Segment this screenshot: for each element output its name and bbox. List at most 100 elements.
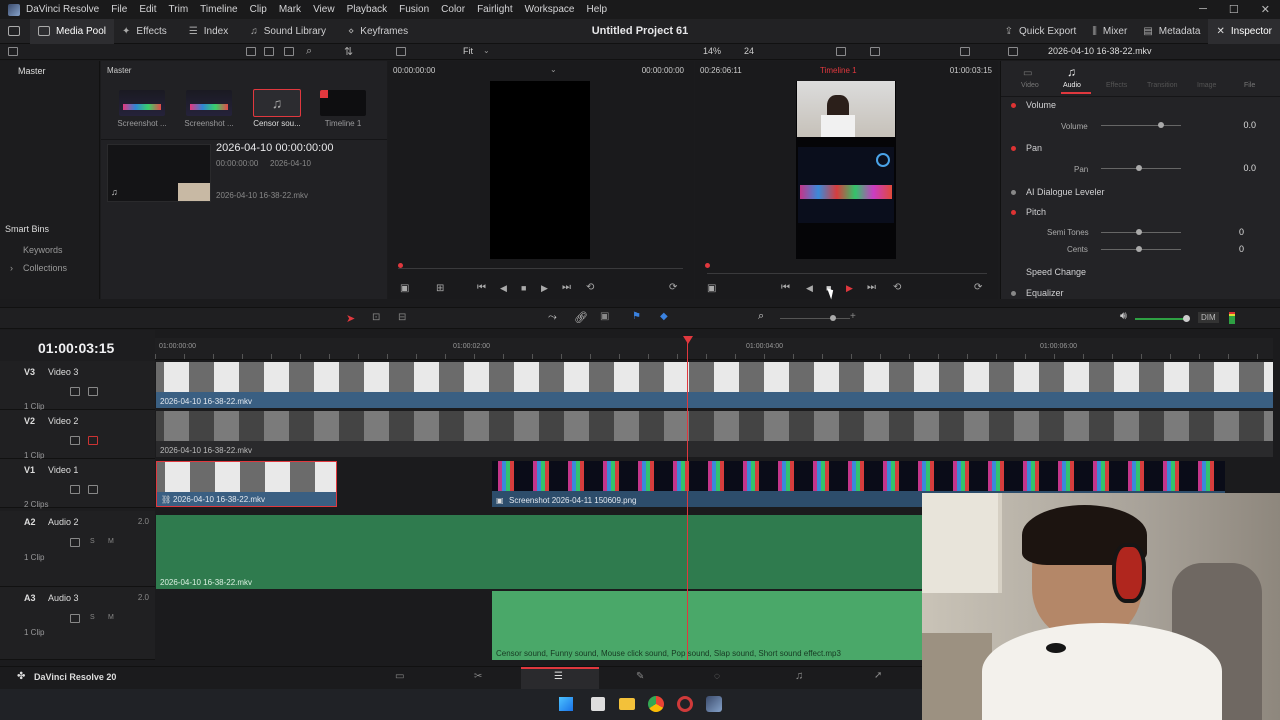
- enable-dot-icon[interactable]: [1011, 210, 1016, 216]
- snapping-icon[interactable]: ⤳: [548, 311, 557, 324]
- mixer-button[interactable]: ⫼ Mixer: [1084, 19, 1135, 44]
- menu-help[interactable]: Help: [586, 4, 607, 15]
- fairlight-page-icon[interactable]: ♫: [795, 670, 803, 682]
- panel-toggle-button[interactable]: [0, 19, 30, 44]
- inspector-button[interactable]: ✕ Inspector: [1208, 19, 1280, 44]
- tab-image[interactable]: Image: [1197, 82, 1216, 89]
- windows-start-icon[interactable]: [559, 697, 573, 711]
- track-lock-icon[interactable]: [70, 485, 80, 494]
- play-reverse-icon[interactable]: ◀: [806, 283, 813, 294]
- playhead-marker-icon[interactable]: [683, 336, 693, 344]
- link-icon[interactable]: 🔗︎: [574, 311, 588, 324]
- match-frame-icon[interactable]: ⟳: [669, 282, 677, 293]
- play-icon[interactable]: ▶: [846, 283, 853, 294]
- keyframes-button[interactable]: ⋄ Keyframes: [340, 19, 416, 44]
- track-name[interactable]: Video 3: [48, 367, 78, 377]
- grid-view-icon[interactable]: [264, 47, 274, 56]
- search-icon[interactable]: ⌕: [306, 45, 312, 58]
- speed-change-section[interactable]: Speed Change: [1026, 267, 1086, 277]
- volume-slider[interactable]: [1101, 122, 1181, 128]
- menu-workspace[interactable]: Workspace: [525, 4, 575, 15]
- lock-icon[interactable]: ▣: [600, 311, 609, 322]
- enable-dot-icon[interactable]: [1011, 270, 1016, 275]
- video-clip-selected[interactable]: 2026-04-10 16-38-22.mkv ⛓: [156, 461, 337, 507]
- audio-tab-icon[interactable]: ♫: [1067, 65, 1076, 79]
- task-view-icon[interactable]: [591, 697, 605, 711]
- track-name[interactable]: Audio 2: [48, 517, 79, 527]
- video-clip[interactable]: 2026-04-10 16-38-22.mkv: [156, 411, 1273, 457]
- chrome-icon[interactable]: [648, 696, 664, 712]
- fit-dropdown[interactable]: Fit: [463, 46, 473, 56]
- enable-dot-icon[interactable]: [1011, 190, 1016, 196]
- skip-forward-icon[interactable]: ⏭: [562, 282, 571, 293]
- pan-value[interactable]: 0.0: [1243, 163, 1256, 173]
- tab-effects[interactable]: Effects: [1106, 82, 1127, 89]
- track-name[interactable]: Video 1: [48, 465, 78, 475]
- display-icon[interactable]: [870, 47, 880, 56]
- audio-clip[interactable]: 2026-04-10 16-38-22.mkv: [156, 515, 922, 589]
- menu-color[interactable]: Color: [441, 4, 465, 15]
- loop-icon[interactable]: ⟲: [586, 282, 594, 293]
- solo-button[interactable]: S: [90, 538, 95, 545]
- master-volume-slider[interactable]: [1135, 315, 1190, 322]
- skip-forward-icon[interactable]: ⏭: [867, 282, 876, 293]
- deliver-page-icon[interactable]: ➚: [874, 670, 882, 681]
- track-lock-icon[interactable]: [70, 387, 80, 396]
- skip-back-icon[interactable]: ⏮: [477, 282, 486, 293]
- loop-icon[interactable]: ⟲: [893, 282, 901, 293]
- track-lock-icon[interactable]: [70, 614, 80, 623]
- cut-page-icon[interactable]: ✂: [474, 671, 482, 682]
- timeline-playhead[interactable]: [687, 338, 688, 660]
- marker-icon[interactable]: ◆: [660, 311, 668, 322]
- flag-icon[interactable]: ⚑: [632, 311, 641, 322]
- play-icon[interactable]: ▶: [541, 283, 548, 294]
- timeline-playhead[interactable]: [705, 263, 710, 268]
- zoom-icon[interactable]: ⌕: [758, 310, 764, 323]
- menu-trim[interactable]: Trim: [169, 4, 189, 15]
- zoom-slider[interactable]: [780, 315, 850, 321]
- volume-section[interactable]: Volume: [1026, 100, 1056, 110]
- track-lock-icon[interactable]: [70, 538, 80, 547]
- chevron-right-icon[interactable]: ›: [10, 263, 13, 273]
- davinci-taskbar-icon[interactable]: [706, 696, 722, 712]
- track-visibility-off-icon[interactable]: [88, 436, 98, 445]
- minimize-icon[interactable]: ─: [1199, 3, 1207, 16]
- enable-dot-icon[interactable]: [1011, 103, 1016, 109]
- skip-back-icon[interactable]: ⏮: [781, 282, 790, 293]
- blade-tool-icon[interactable]: ⊟: [398, 312, 406, 323]
- keywords-bin[interactable]: Keywords: [23, 245, 63, 255]
- menu-clip[interactable]: Clip: [250, 4, 267, 15]
- media-pool-button[interactable]: Media Pool: [30, 18, 115, 44]
- pan-section[interactable]: Pan: [1026, 143, 1042, 153]
- timeline-name[interactable]: Timeline 1: [820, 66, 857, 75]
- list-view-icon[interactable]: [284, 47, 294, 56]
- timeline-timecode[interactable]: 01:00:03:15: [38, 340, 114, 356]
- track-name[interactable]: Audio 3: [48, 593, 79, 603]
- collections-bin[interactable]: Collections: [23, 263, 67, 273]
- bin-list-icon[interactable]: [8, 47, 18, 56]
- zoom-level[interactable]: 14%: [703, 46, 721, 56]
- cents-value[interactable]: 0: [1239, 244, 1244, 254]
- ai-dialogue-section[interactable]: AI Dialogue Leveler: [1026, 187, 1105, 197]
- file-explorer-icon[interactable]: [619, 698, 635, 710]
- track-visibility-icon[interactable]: [88, 387, 98, 396]
- sound-library-button[interactable]: ♫ Sound Library: [242, 19, 334, 44]
- match-frame-icon[interactable]: ⟳: [974, 282, 982, 293]
- menu-mark[interactable]: Mark: [279, 4, 301, 15]
- video-clip[interactable]: 2026-04-10 16-38-22.mkv: [156, 362, 1273, 408]
- play-reverse-icon[interactable]: ◀: [500, 283, 507, 294]
- timeline-ruler[interactable]: 01:00:00:00 01:00:02:00 01:00:04:00 01:0…: [155, 338, 1273, 360]
- master-bin[interactable]: Master: [18, 66, 46, 76]
- zoom-in-icon[interactable]: +: [850, 311, 856, 322]
- equalizer-section[interactable]: Equalizer: [1026, 288, 1064, 298]
- menu-timeline[interactable]: Timeline: [200, 4, 237, 15]
- sort-icon[interactable]: ⇅: [344, 45, 353, 58]
- chevron-down-icon[interactable]: ⌄: [483, 46, 490, 55]
- menu-view[interactable]: View: [313, 4, 335, 15]
- edit-page-tab[interactable]: ☰: [521, 667, 599, 689]
- mute-button[interactable]: M: [108, 614, 114, 621]
- index-button[interactable]: ☰ Index: [181, 19, 236, 44]
- menu-file[interactable]: File: [111, 4, 127, 15]
- close-icon[interactable]: ✕: [1261, 3, 1270, 16]
- media-thumbnail[interactable]: [119, 90, 165, 116]
